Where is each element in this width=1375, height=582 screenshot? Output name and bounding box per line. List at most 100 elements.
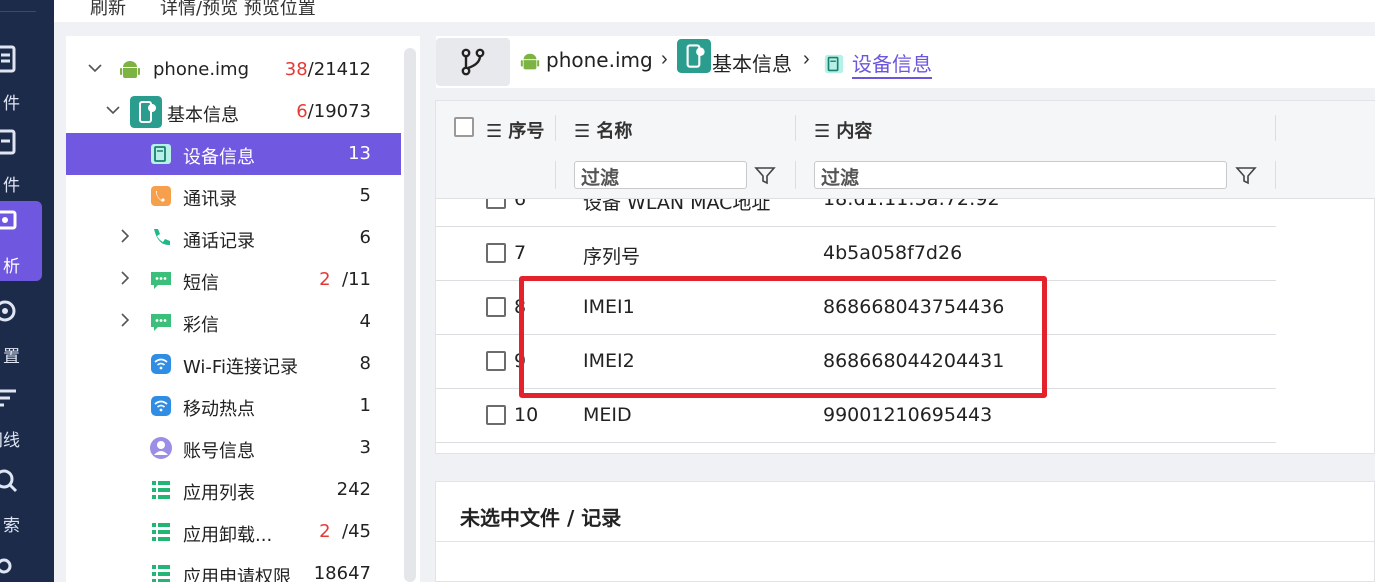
row-checkbox[interactable] [486,297,506,317]
tree-node-contacts[interactable]: 通讯录 5 [66,175,401,217]
tree-node-count: 6/19073 [296,101,371,122]
tree-node-count: 5 [359,185,371,206]
tree-node-phone-img[interactable]: phone.img 38/21412 [66,49,401,91]
tree-node-label: Wi-Fi连接记录 [183,357,298,378]
divider [436,541,1375,542]
filter-icon[interactable] [754,165,776,187]
annotation-highlight-box [519,276,1047,398]
rail-label: 件 [3,94,20,114]
rail-label: 索 [3,516,20,536]
column-divider[interactable] [555,115,556,141]
phone-info-icon [677,39,711,73]
rail-item-file[interactable]: 件 [0,120,42,200]
hotspot-icon [151,396,171,416]
device-info-icon [151,144,171,164]
document-icon [0,45,16,73]
tree-node-device-info[interactable]: 设备信息 13 [66,133,401,175]
row-checkbox[interactable] [486,405,506,425]
flagged-count: 6 [296,101,308,122]
content-filter-input[interactable]: 过滤 [814,161,1227,189]
phone-info-icon [130,96,162,128]
chevron-down-icon[interactable] [88,61,102,75]
column-header-index[interactable]: ☰ 序号 [486,117,544,143]
contacts-icon [151,186,171,206]
tree-node-count: 38/21412 [285,59,371,80]
android-icon [120,61,140,78]
row-checkbox[interactable] [486,351,506,371]
breadcrumb-root[interactable]: phone.img [546,48,653,72]
cell-index: 10 [514,404,539,426]
account-icon [150,437,172,459]
rail-item-files[interactable]: 件 [0,38,42,118]
table-row[interactable]: 6 设备 WLAN MAC地址 18:d1:11:3a:72:92 [436,199,1276,227]
rail-item-analysis[interactable]: 析 [0,201,42,281]
tree-node-mms[interactable]: 彩信 4 [66,301,401,343]
file-icon [0,129,16,155]
detail-panel: 未选中文件 / 记录 [435,481,1375,582]
row-checkbox[interactable] [486,199,506,209]
total-count: /45 [342,521,371,542]
chevron-right-icon[interactable] [118,313,132,327]
column-header-content[interactable]: ☰ 内容 [814,117,872,143]
flagged-count: 38 [284,59,308,80]
flagged-count: 2 [319,521,331,542]
rail-divider [0,11,36,12]
app-list-icon [152,481,170,499]
row-checkbox[interactable] [486,243,506,263]
tree-node-accounts[interactable]: 账号信息 3 [66,427,401,469]
tree-node-wifi-log[interactable]: Wi-Fi连接记录 8 [66,343,401,385]
evidence-tree: phone.img 38/21412 基本信息 6/19073 设备信息 13 … [66,36,420,582]
rail-item-location[interactable]: 置 [0,291,42,371]
column-divider[interactable] [1275,115,1276,141]
rail-item-search[interactable]: 索 [0,460,42,540]
rail-item-more[interactable] [0,550,42,582]
cell-content: 99001210695443 [823,404,993,426]
rail-item-timeline[interactable]: 间线 [0,375,42,455]
tree-scrollbar[interactable] [404,48,416,582]
branch-button[interactable] [436,38,510,86]
tree-node-count: 18647 [313,563,371,582]
tree-node-count: 6 [359,227,371,248]
rail-label: 置 [3,347,20,367]
chevron-right-icon: › [803,48,810,70]
column-header-name[interactable]: ☰ 名称 [574,117,632,143]
tree-node-call-log[interactable]: 通话记录 6 [66,217,401,259]
cell-content: 4b5a058f7d26 [823,242,963,264]
filter-icon[interactable] [1235,165,1257,187]
cell-name: 设备 WLAN MAC地址 [583,199,771,214]
sms-icon [151,272,171,289]
rail-label: 析 [3,257,20,277]
detail-title: 未选中文件 / 记录 [460,506,622,530]
tree-node-count: 3 [359,437,371,458]
tree-node-label: 设备信息 [183,147,255,168]
table-row[interactable]: 7 序列号 4b5a058f7d26 [436,227,1276,281]
tree-node-app-permissions[interactable]: 应用申请权限 18647 [66,553,401,582]
tree-node-label: 短信 [183,273,219,294]
chevron-right-icon[interactable] [118,229,132,243]
breadcrumb-current[interactable]: 设备信息 [852,48,932,79]
refresh-button[interactable]: 刷新 [90,0,126,20]
tree-node-sms[interactable]: 短信 2 /11 [66,259,401,301]
tree-node-app-uninstall[interactable]: 应用卸载... 2 /45 [66,511,401,553]
tree-node-basic-info[interactable]: 基本信息 6/19073 [66,91,401,133]
analysis-icon [0,210,17,230]
name-filter-input[interactable]: 过滤 [574,161,747,189]
tree-node-app-list[interactable]: 应用列表 242 [66,469,401,511]
column-divider [795,161,796,189]
column-divider[interactable] [795,115,796,141]
select-all-checkbox[interactable] [454,117,474,137]
tree-node-label: 应用卸载... [183,525,273,546]
search-icon [0,469,18,493]
chevron-down-icon[interactable] [106,103,120,117]
app-permission-icon [152,565,170,582]
tree-node-hotspot[interactable]: 移动热点 1 [66,385,401,427]
location-icon [0,300,16,322]
preview-position-button[interactable]: 详情/预览 预览位置 [160,0,316,20]
total-count: /21412 [307,59,371,80]
tree-node-label: 通讯录 [183,189,237,210]
cell-content: 18:d1:11:3a:72:92 [823,199,1000,210]
chevron-right-icon[interactable] [118,271,132,285]
cell-index: 6 [514,199,527,210]
tree-node-count: 13 [348,143,371,164]
breadcrumb-section[interactable]: 基本信息 [712,48,792,77]
